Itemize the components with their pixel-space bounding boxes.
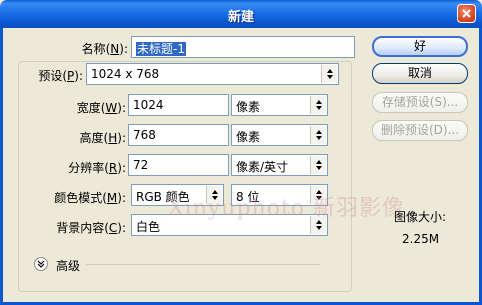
advanced-toggle[interactable] <box>34 257 48 271</box>
color-mode-label: 颜色模式(M): <box>54 191 126 205</box>
advanced-divider <box>86 264 320 265</box>
height-input[interactable]: 768 <box>128 124 229 146</box>
title-bar: 新建 <box>0 0 482 28</box>
width-unit-select[interactable]: 像素 <box>231 94 328 116</box>
name-label: 名称(N): <box>81 42 128 56</box>
width-input[interactable]: 1024 <box>128 94 229 116</box>
window-title: 新建 <box>227 10 254 25</box>
height-label: 高度(H): <box>79 131 126 145</box>
preset-select[interactable]: 1024 x 768 <box>86 63 339 85</box>
close-icon <box>462 9 471 18</box>
save-preset-button[interactable]: 存储预设(S)... <box>372 92 468 113</box>
image-size-label: 图像大小: <box>394 210 447 224</box>
chevron-down-icon <box>37 260 45 268</box>
advanced-label: 高级 <box>56 259 81 273</box>
close-button[interactable] <box>457 4 476 23</box>
background-label: 背景内容(C): <box>56 221 126 235</box>
name-value: 未标题-1 <box>136 42 186 56</box>
width-label: 宽度(W): <box>76 101 126 115</box>
resolution-unit-select[interactable]: 像素/英寸 <box>231 154 328 176</box>
preset-label: 预设(P): <box>38 69 83 83</box>
preset-value: 1024 x 768 <box>91 67 160 81</box>
resolution-label: 分辨率(R): <box>68 161 126 175</box>
image-size-value: 2.25M <box>402 232 440 246</box>
height-unit-select[interactable]: 像素 <box>231 124 328 146</box>
preset-spin-icon <box>321 65 337 83</box>
ok-button[interactable]: 好 <box>372 36 468 57</box>
width-unit-spin-icon <box>310 96 326 114</box>
delete-preset-button[interactable]: 删除预设(D)... <box>372 120 468 141</box>
name-input[interactable]: 未标题-1 <box>131 36 355 58</box>
cancel-button[interactable]: 取消 <box>372 63 468 84</box>
height-unit-spin-icon <box>310 126 326 144</box>
resolution-unit-spin-icon <box>310 156 326 174</box>
watermark: Xinyuphoto 新羽影像 <box>168 196 406 221</box>
resolution-input[interactable]: 72 <box>128 154 229 176</box>
